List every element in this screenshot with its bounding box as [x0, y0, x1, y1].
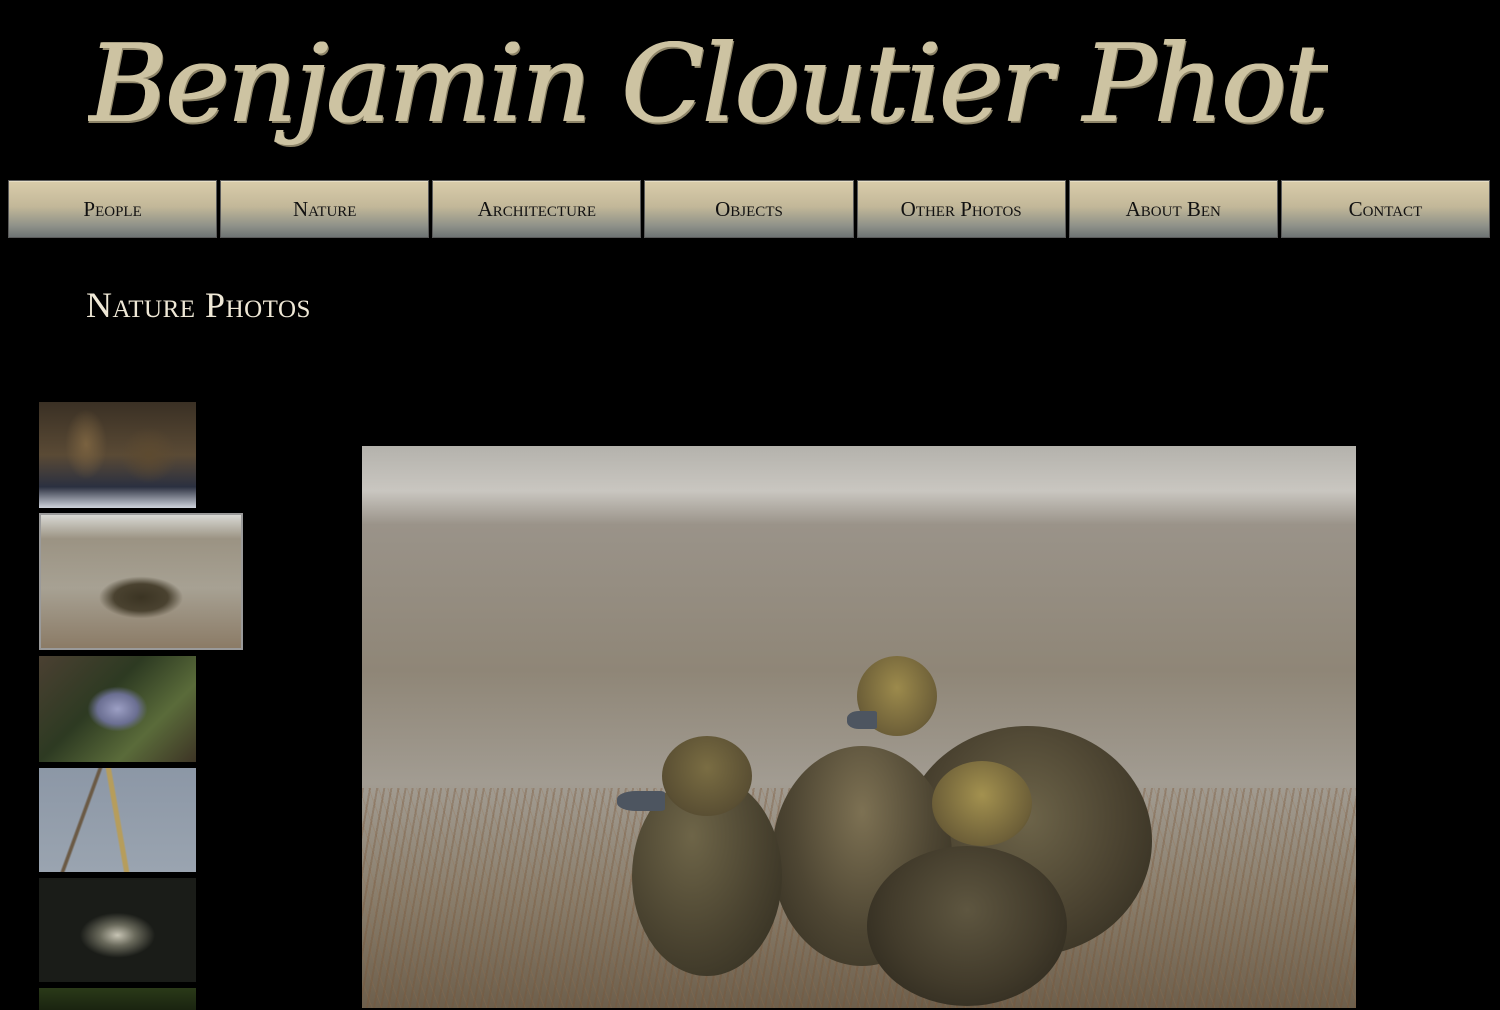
thumbnail-twigs[interactable] — [39, 768, 196, 872]
duckling — [867, 846, 1067, 1006]
duckling-head — [662, 736, 752, 816]
page-title: Nature Photos — [86, 285, 311, 325]
nav-item-contact[interactable]: Contact — [1280, 180, 1490, 238]
thumbnail-deer[interactable] — [39, 402, 196, 508]
site-logo[interactable]: Benjamin Cloutier Photography — [88, 0, 1328, 170]
nav-item-nature[interactable]: Nature — [220, 180, 430, 238]
nav-item-objects[interactable]: Objects — [644, 180, 854, 238]
thumbnail-green[interactable] — [39, 988, 196, 1010]
duckling-beak — [847, 711, 877, 729]
thumbnail-ducklings-selected[interactable] — [39, 513, 243, 650]
duckling-beak — [617, 791, 665, 811]
thumbnail-frosted-leaf[interactable] — [39, 656, 196, 762]
thumbnail-moon-clouds[interactable] — [39, 878, 196, 982]
main-photo[interactable] — [362, 446, 1356, 1008]
duckling-head — [932, 761, 1032, 846]
main-nav: People Nature Architecture Objects Other… — [8, 180, 1490, 240]
nav-item-people[interactable]: People — [8, 180, 218, 238]
nav-item-other-photos[interactable]: Other Photos — [856, 180, 1066, 238]
thumbnail-strip — [39, 402, 249, 1010]
nav-item-about-ben[interactable]: About Ben — [1068, 180, 1278, 238]
nav-item-architecture[interactable]: Architecture — [432, 180, 642, 238]
